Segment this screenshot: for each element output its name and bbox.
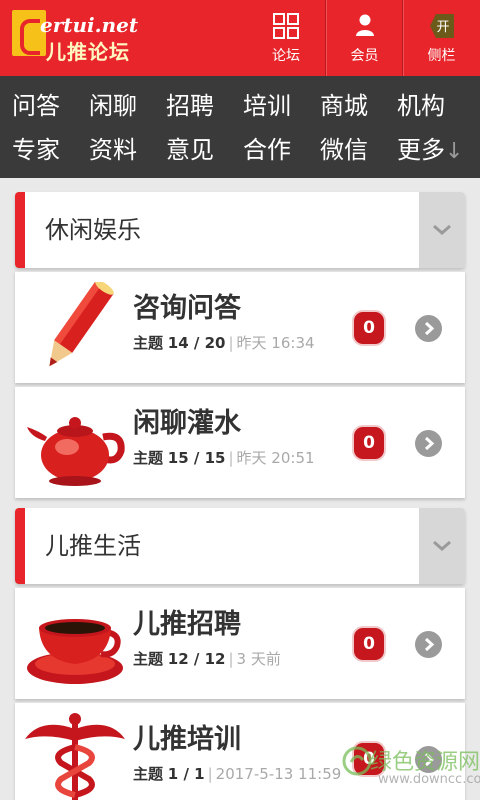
category-institutions[interactable]: 机构: [397, 84, 445, 128]
category-training[interactable]: 培训: [243, 84, 291, 128]
category-more-label: 更多: [397, 136, 445, 164]
forum-name: 儿推培训: [133, 724, 241, 755]
topics-label: 主题: [133, 650, 164, 668]
open-sidebar-icon-text: 开: [436, 20, 449, 35]
open-sidebar-icon: 开: [428, 12, 456, 44]
topics-label: 主题: [133, 449, 164, 467]
topics-count: 14 / 20: [167, 334, 226, 352]
last-post-time: 2017-5-13 11:59: [215, 765, 342, 783]
logo-domain-text: ertui.net: [40, 13, 139, 37]
forum-button-label: 论坛: [272, 48, 300, 64]
category-wechat[interactable]: 微信: [320, 128, 368, 172]
forum-button[interactable]: 论坛: [247, 0, 325, 76]
new-posts-badge: 0: [354, 427, 384, 459]
forum-row[interactable]: 闲聊灌水 主题 15 / 15 | 昨天 20:51 0: [15, 386, 465, 498]
coffee-cup-icon: [27, 619, 123, 684]
forum-name: 咨询问答: [133, 293, 241, 324]
category-cooperation[interactable]: 合作: [243, 128, 291, 172]
forum-row[interactable]: 咨询问答 主题 14 / 20 | 昨天 16:34 0: [15, 271, 465, 383]
chevron-down-icon: [433, 540, 451, 551]
forum-meta: 主题 15 / 15 | 昨天 20:51: [133, 449, 315, 467]
forum-meta: 主题 14 / 20 | 昨天 16:34: [133, 334, 315, 352]
section-title: 休闲娱乐: [45, 216, 141, 244]
member-button[interactable]: 会员: [325, 0, 403, 76]
topics-count: 12 / 12: [167, 650, 226, 668]
watermark: 绿色资源网 www.downcc.com: [338, 742, 480, 798]
new-posts-badge: 0: [354, 312, 384, 344]
chevron-right-icon[interactable]: [415, 315, 442, 342]
category-jobs[interactable]: 招聘: [166, 84, 214, 128]
chevron-right-icon[interactable]: [415, 430, 442, 457]
new-posts-badge: 0: [354, 628, 384, 660]
app-header: ertui.net 儿推论坛 论坛 会员 开 侧栏: [0, 0, 480, 76]
category-nav: 问答 闲聊 招聘 培训 商城 机构 专家 资料 意见 合作 微信 更多↓: [0, 76, 480, 178]
topics-label: 主题: [133, 334, 164, 352]
sidebar-button[interactable]: 开 侧栏: [402, 0, 480, 76]
logo-site-name: 儿推论坛: [46, 40, 130, 64]
down-arrow-icon: ↓: [445, 139, 464, 164]
last-post-time: 昨天 20:51: [236, 449, 315, 467]
category-mall[interactable]: 商城: [320, 84, 368, 128]
last-post-time: 昨天 16:34: [236, 334, 315, 352]
teapot-icon: [27, 417, 125, 486]
forum-name: 闲聊灌水: [133, 408, 241, 439]
forum-section-leisure: 休闲娱乐 咨询问答 主题 14 / 20 | 昨天 16:34 0 闲聊灌水 主…: [15, 192, 465, 498]
category-chat[interactable]: 闲聊: [89, 84, 137, 128]
user-icon: [353, 12, 377, 42]
topics-count: 1 / 1: [167, 765, 205, 783]
category-feedback[interactable]: 意见: [166, 128, 214, 172]
forum-meta: 主题 12 / 12 | 3 天前: [133, 650, 281, 668]
topics-label: 主题: [133, 765, 164, 783]
grid-icon: [272, 12, 300, 44]
forum-meta: 主题 1 / 1 | 2017-5-13 11:59: [133, 765, 342, 783]
watermark-url: www.downcc.com: [378, 772, 480, 787]
pencil-icon: [49, 282, 114, 367]
section-header[interactable]: 儿推生活: [15, 508, 465, 584]
topics-count: 15 / 15: [167, 449, 226, 467]
caduceus-icon: [25, 713, 125, 800]
category-more[interactable]: 更多↓: [397, 128, 463, 174]
site-logo[interactable]: ertui.net 儿推论坛: [12, 10, 138, 64]
member-button-label: 会员: [350, 48, 379, 64]
sidebar-button-label: 侧栏: [427, 48, 456, 64]
section-title: 儿推生活: [45, 532, 141, 560]
forum-row[interactable]: 儿推招聘 主题 12 / 12 | 3 天前 0: [15, 587, 465, 699]
chevron-down-icon: [433, 224, 451, 235]
forum-name: 儿推招聘: [133, 609, 241, 640]
section-header[interactable]: 休闲娱乐: [15, 192, 465, 268]
category-experts[interactable]: 专家: [12, 128, 60, 172]
chevron-right-icon[interactable]: [415, 631, 442, 658]
collapse-toggle[interactable]: [419, 508, 465, 584]
collapse-toggle[interactable]: [419, 192, 465, 268]
category-materials[interactable]: 资料: [89, 128, 137, 172]
last-post-time: 3 天前: [236, 650, 281, 668]
watermark-logo-icon: [342, 746, 372, 776]
category-qa[interactable]: 问答: [12, 84, 60, 128]
